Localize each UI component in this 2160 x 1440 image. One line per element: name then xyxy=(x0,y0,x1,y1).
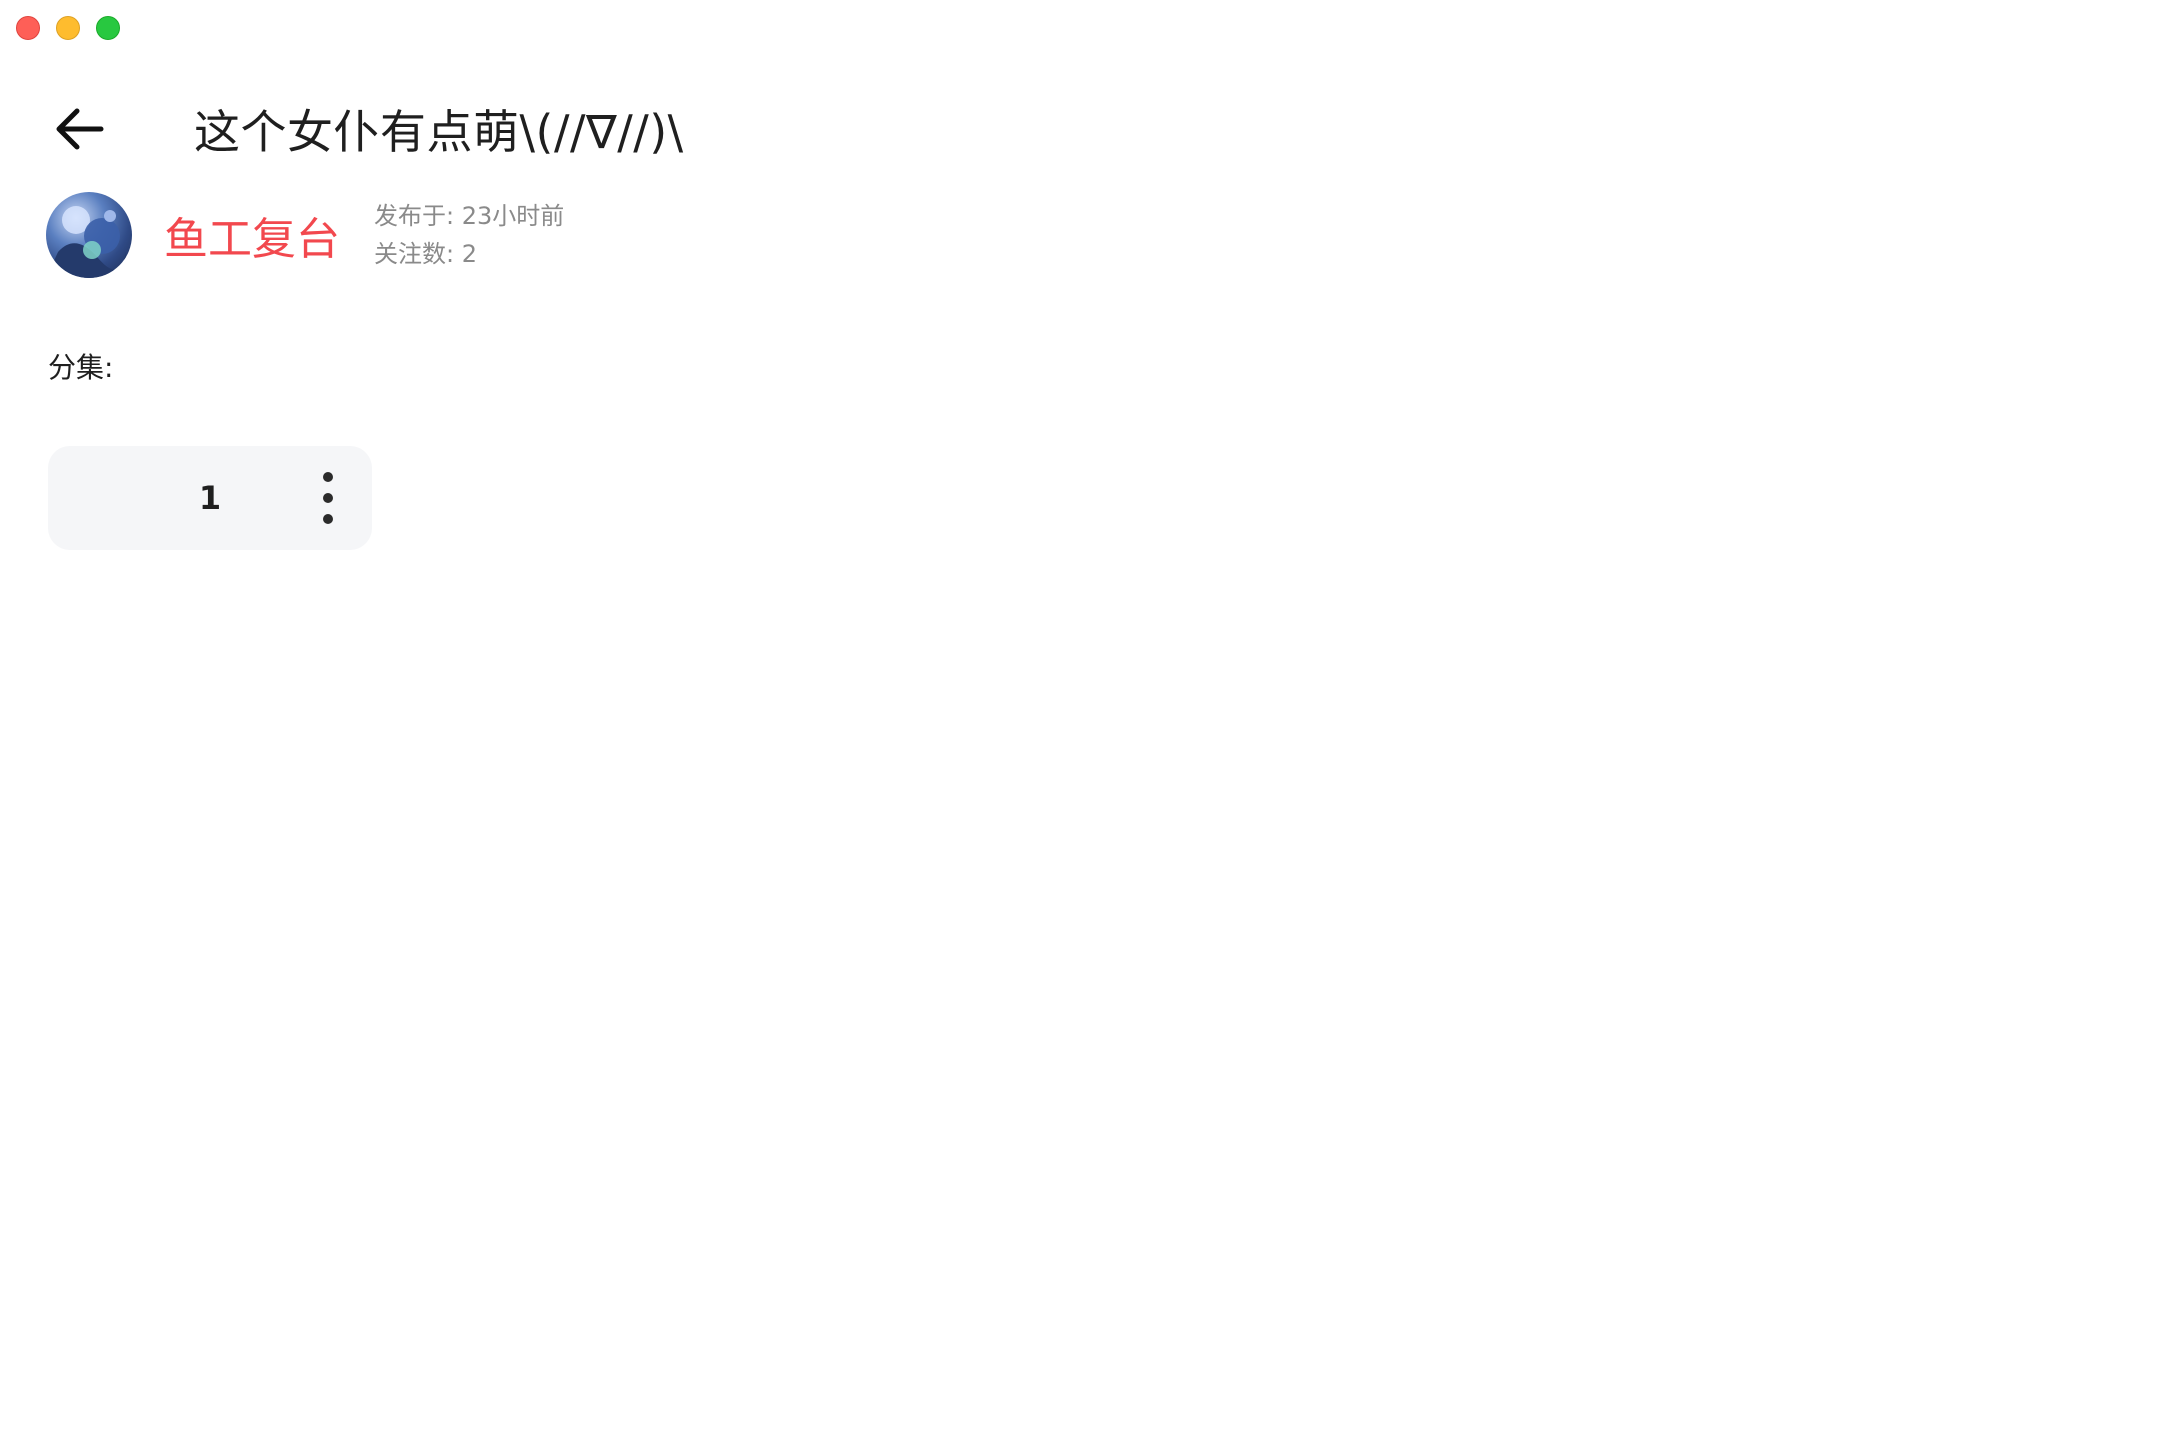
app-window: 这个女仆有点萌\(//∇//)\ 鱼工复台 发布于: 23小时前 关注数: 2 … xyxy=(0,0,2160,1440)
publish-time: 发布于: 23小时前 xyxy=(374,202,565,230)
episode-card[interactable]: 1 xyxy=(48,446,372,550)
more-vertical-icon[interactable] xyxy=(316,472,340,524)
author-info: 鱼工复台 发布于: 23小时前 关注数: 2 xyxy=(46,192,564,278)
page-header: 这个女仆有点萌\(//∇//)\ xyxy=(50,92,684,166)
episodes-label: 分集: xyxy=(48,351,114,384)
avatar-image xyxy=(46,206,126,278)
author-name-link[interactable]: 鱼工复台 xyxy=(164,203,340,267)
window-controls xyxy=(16,16,120,40)
minimize-window-button[interactable] xyxy=(56,16,80,40)
page-title: 这个女仆有点萌\(//∇//)\ xyxy=(194,105,684,159)
back-button[interactable] xyxy=(50,99,110,159)
avatar[interactable] xyxy=(46,192,132,278)
follower-count: 关注数: 2 xyxy=(374,240,477,268)
close-window-button[interactable] xyxy=(16,16,40,40)
maximize-window-button[interactable] xyxy=(96,16,120,40)
author-meta: 发布于: 23小时前 关注数: 2 xyxy=(374,202,564,268)
arrow-left-icon xyxy=(56,108,104,150)
